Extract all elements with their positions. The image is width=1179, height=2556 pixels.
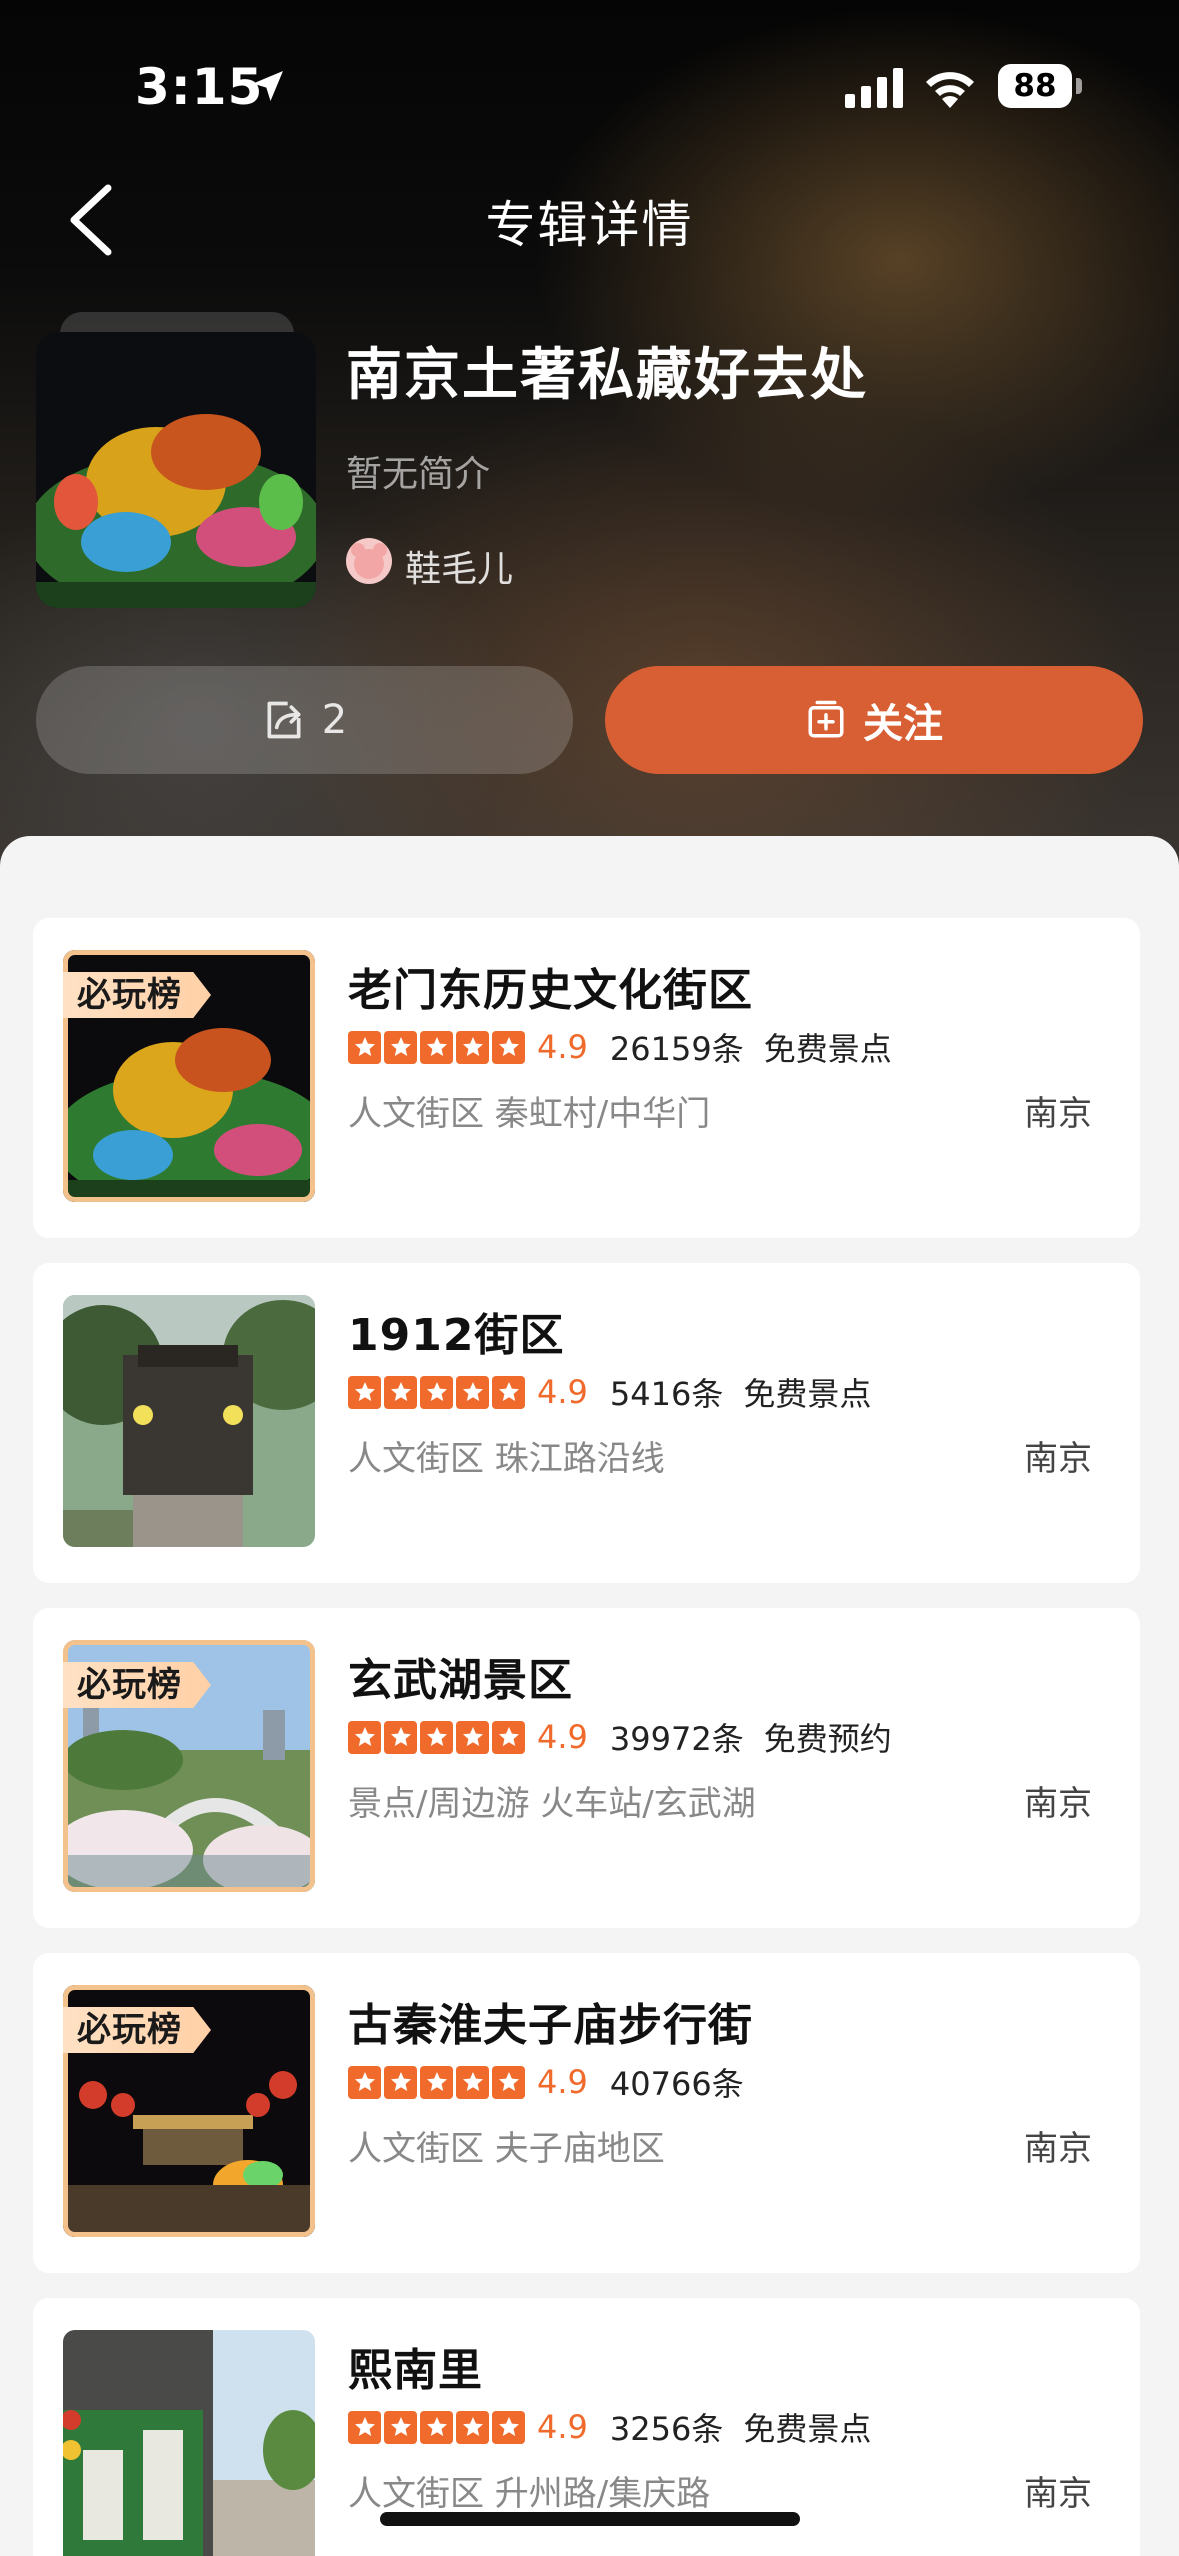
poi-category: 人文街区 夫子庙地区 [348,2129,665,2169]
share-button[interactable]: 2 [36,666,573,774]
status-bar: 3:15 88 [0,0,1179,170]
poi-category: 人文街区 升州路/集庆路 [348,2474,711,2514]
poi-name: 老门东历史文化街区 [348,965,753,1016]
star-icon [492,1720,525,1754]
star-icon [420,1030,453,1064]
star-icon [456,1720,489,1754]
poi-list: 必玩榜 老门东历史文化街区 4.9 26159条 免费景点 人文街区 秦虹村/中… [0,836,1179,2556]
poi-tag: 免费预约 [763,1720,892,1758]
cellular-signal-icon [845,68,903,108]
poi-thumbnail: 必玩榜 [63,950,315,1202]
poi-category: 人文街区 秦虹村/中华门 [348,1094,711,1134]
poi-card[interactable]: 必玩榜 古秦淮夫子庙步行街 4.9 40766条 人文街区 夫子庙地区 南京 [33,1953,1140,2273]
poi-score: 4.9 [537,1373,588,1411]
poi-tag: 免费景点 [743,2410,872,2448]
poi-card[interactable]: 1912街区 4.9 5416条 免费景点 人文街区 珠江路沿线 南京 [33,1263,1140,1583]
star-icon [384,1375,417,1409]
poi-city: 南京 [1024,2129,1092,2169]
star-icon [492,1375,525,1409]
poi-review-count: 5416条 [609,1375,724,1413]
star-icon [348,1720,381,1754]
poi-name: 玄武湖景区 [348,1655,573,1706]
poi-card[interactable]: 必玩榜 玄武湖景区 4.9 39972条 免费预约 景点/周边游 火车站/玄武湖… [33,1608,1140,1928]
poi-score: 4.9 [537,2408,588,2446]
album-cover-image[interactable] [36,332,316,608]
poi-review-count: 26159条 [609,1030,744,1068]
rating-row: 4.9 40766条 [348,2061,764,2103]
star-icon [456,2065,489,2099]
star-rating [348,1720,525,1754]
poi-name: 古秦淮夫子庙步行街 [348,2000,753,2051]
status-time: 3:15 [135,58,264,116]
follow-label: 关注 [863,701,943,747]
star-icon [384,2410,417,2444]
home-indicator[interactable] [380,2512,800,2526]
star-icon [348,1375,381,1409]
star-icon [420,2410,453,2444]
poi-review-count: 39972条 [609,1720,744,1758]
star-icon [348,1030,381,1064]
add-collection-icon [808,700,844,738]
poi-tag: 免费景点 [763,1030,892,1068]
star-icon [456,2410,489,2444]
star-icon [420,1375,453,1409]
rank-badge: 必玩榜 [63,2007,211,2053]
author-name[interactable]: 鞋毛儿 [405,540,513,592]
poi-review-count: 3256条 [609,2410,724,2448]
album-title: 南京土著私藏好去处 [346,343,868,408]
poi-city: 南京 [1024,1094,1092,1134]
star-rating [348,1375,525,1409]
poi-thumbnail [63,2330,315,2556]
battery-tip [1076,78,1082,94]
rating-row: 4.9 3256条 免费景点 [348,2406,871,2448]
share-count: 2 [321,697,348,743]
poi-card[interactable]: 必玩榜 老门东历史文化街区 4.9 26159条 免费景点 人文街区 秦虹村/中… [33,918,1140,1238]
star-rating [348,1030,525,1064]
star-icon [384,1030,417,1064]
star-icon [492,2410,525,2444]
share-icon [267,701,301,739]
star-icon [456,1030,489,1064]
star-rating [348,2410,525,2444]
star-icon [420,2065,453,2099]
star-icon [456,1375,489,1409]
poi-thumbnail: 必玩榜 [63,1640,315,1892]
battery-indicator: 88 [998,64,1072,108]
page-title: 专辑详情 [485,196,694,254]
poi-category: 景点/周边游 火车站/玄武湖 [348,1784,756,1824]
follow-button[interactable]: 关注 [605,666,1143,774]
poi-category: 人文街区 珠江路沿线 [348,1439,665,1479]
rating-row: 4.9 26159条 免费景点 [348,1026,892,1068]
poi-thumbnail [63,1295,315,1547]
poi-name: 1912街区 [348,1310,565,1361]
poi-city: 南京 [1024,1439,1092,1479]
star-icon [348,2410,381,2444]
poi-tag: 免费景点 [743,1375,872,1413]
rank-badge: 必玩榜 [63,972,211,1018]
poi-score: 4.9 [537,2063,588,2101]
rank-badge: 必玩榜 [63,1662,211,1708]
star-icon [492,1030,525,1064]
star-icon [384,1720,417,1754]
poi-review-count: 40766条 [609,2065,744,2103]
star-icon [420,1720,453,1754]
star-icon [492,2065,525,2099]
poi-score: 4.9 [537,1718,588,1756]
wifi-icon [926,72,974,108]
poi-city: 南京 [1024,2474,1092,2514]
author-avatar[interactable] [346,538,392,584]
rating-row: 4.9 39972条 免费预约 [348,1716,892,1758]
star-rating [348,2065,525,2099]
poi-name: 熙南里 [348,2345,483,2396]
star-icon [384,2065,417,2099]
poi-thumbnail: 必玩榜 [63,1985,315,2237]
star-icon [348,2065,381,2099]
poi-city: 南京 [1024,1784,1092,1824]
poi-score: 4.9 [537,1028,588,1066]
location-arrow-icon [253,71,283,101]
rating-row: 4.9 5416条 免费景点 [348,1371,871,1413]
album-intro: 暂无简介 [346,454,491,495]
